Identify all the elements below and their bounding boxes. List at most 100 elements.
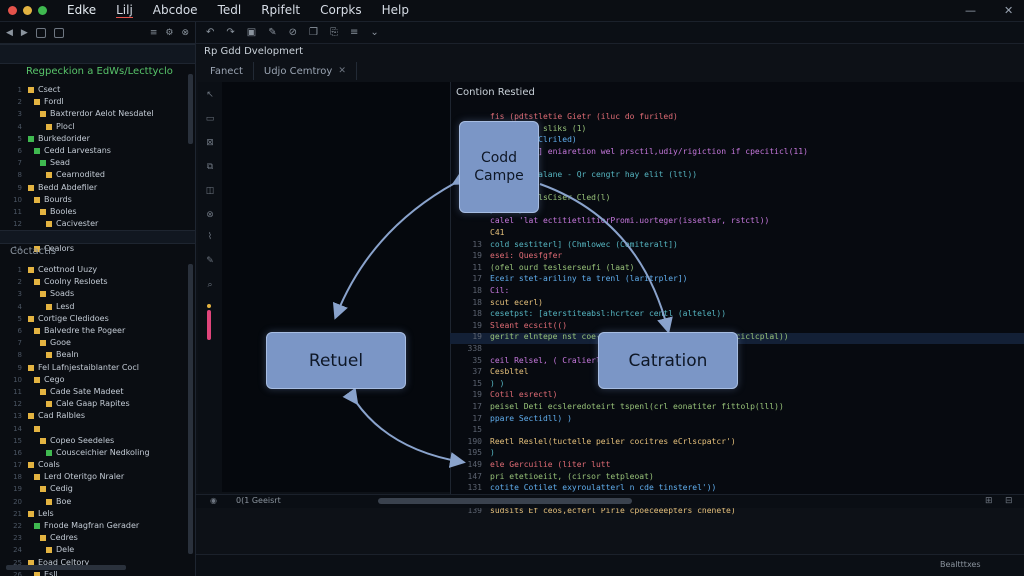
tree-row[interactable]: 21 Lels: [0, 508, 190, 520]
undo-icon[interactable]: ↶: [206, 27, 214, 38]
breadcrumb[interactable]: Rp Gdd Dvelopmert: [204, 46, 303, 57]
tree-row[interactable]: 8 Cearnodited: [0, 169, 190, 181]
pencil-icon[interactable]: ✎: [268, 27, 276, 38]
tree-row-label: Coals: [38, 460, 60, 470]
tree-row[interactable]: 19 Cedig: [0, 483, 190, 495]
tree-row[interactable]: 3 Baxtrerdor Aelot Nesdatel: [0, 108, 190, 120]
outline-tree-scrollbar[interactable]: [188, 264, 193, 554]
menu-item-tools[interactable]: Tedl: [218, 3, 242, 18]
node-code-change[interactable]: Codd Campe: [459, 121, 539, 213]
tree-row[interactable]: 18 Lerd Oteritgo Nraler: [0, 471, 190, 483]
tree-row[interactable]: 11 Cade Sate Madeet: [0, 386, 190, 398]
tree-row[interactable]: 16 Cousceichier Nedkoling: [0, 447, 190, 459]
brush-icon[interactable]: ⌇: [204, 232, 216, 244]
new-file-icon[interactable]: [35, 27, 46, 38]
minimize-icon[interactable]: —: [965, 4, 976, 17]
horizontal-scrollbar[interactable]: [378, 498, 632, 504]
tree-row[interactable]: 17 Coals: [0, 459, 190, 471]
tree-row[interactable]: 9 Fel Lafnjestaiblanter Cocl: [0, 362, 190, 374]
tree-row[interactable]: 9 Bedd Abdefiler: [0, 182, 190, 194]
close-window-dot[interactable]: [8, 6, 17, 15]
close-tab-icon[interactable]: ✕: [338, 66, 346, 76]
collapse-icon[interactable]: ≡: [150, 28, 158, 38]
redo-icon[interactable]: ↷: [226, 27, 234, 38]
text-tool-icon[interactable]: ▭: [204, 114, 216, 126]
layout-icon[interactable]: ⊟: [1005, 496, 1013, 506]
tab-select[interactable]: Fanect: [200, 62, 254, 80]
tree-row[interactable]: 2 Fordl: [0, 96, 190, 108]
shape-icon[interactable]: ◫: [204, 186, 216, 198]
tree-row[interactable]: 11 Booles: [0, 206, 190, 218]
tree-row[interactable]: 8 Bealn: [0, 349, 190, 361]
pointer-icon[interactable]: ↖: [204, 90, 216, 102]
menu-item-project[interactable]: Rpifelt: [261, 3, 300, 18]
menu-item-view[interactable]: Abcdoe: [153, 3, 198, 18]
folder-icon: [28, 413, 34, 420]
menu-item-options[interactable]: Corpks: [320, 3, 361, 18]
tree-row[interactable]: 4 Plocl: [0, 121, 190, 133]
settings-icon[interactable]: ⚙: [165, 28, 173, 38]
paste-icon[interactable]: ⎘: [330, 27, 338, 38]
link-tool-icon[interactable]: ⊗: [204, 210, 216, 222]
tree-row[interactable]: 3 Soads: [0, 288, 190, 300]
tree-row[interactable]: 2 Coolny Resloets: [0, 276, 190, 288]
folder-icon: [28, 315, 34, 322]
tree-row-number: 10: [13, 195, 22, 204]
save-icon[interactable]: ▣: [247, 27, 256, 38]
menu-item-help[interactable]: Help: [382, 3, 409, 18]
editor-title: Contion Restied: [456, 87, 535, 98]
tree-row[interactable]: 5 Burkedorider: [0, 133, 190, 145]
tree-row[interactable]: 15 Copeo Seedeles: [0, 435, 190, 447]
sidebar-horizontal-scrollbar[interactable]: [6, 565, 126, 570]
grid-icon[interactable]: ⊞: [985, 496, 993, 506]
tree-row[interactable]: 10 Bourds: [0, 194, 190, 206]
new-folder-icon[interactable]: [53, 27, 64, 38]
tree-row-label: Lesd: [56, 301, 75, 311]
tree-row[interactable]: 6 Cedd Larvestans: [0, 145, 190, 157]
pin-icon[interactable]: ⊗: [181, 28, 189, 38]
tree-row[interactable]: 4 Lesd: [0, 301, 190, 313]
tree-row[interactable]: 12 Cale Gaap Rapites: [0, 398, 190, 410]
tree-row[interactable]: 1 Ceottnod Uuzy: [0, 264, 190, 276]
copy-icon[interactable]: ❐: [309, 27, 318, 38]
close-icon[interactable]: ✕: [1004, 4, 1013, 17]
layers-icon[interactable]: ⧉: [204, 162, 216, 174]
tree-row[interactable]: 13 Cad Ralbles: [0, 410, 190, 422]
project-tree-scrollbar[interactable]: [188, 74, 193, 144]
menu-item-edit[interactable]: Lilj: [116, 3, 133, 18]
tree-row[interactable]: 20 Boe: [0, 496, 190, 508]
crop-icon[interactable]: ⊠: [204, 138, 216, 150]
main-toolbar: ↶ ↷ ▣ ✎ ⊘ ❐ ⎘ ≡ ⌄: [196, 22, 1024, 44]
sidebar-toolbar: ◀ ▶ ≡ ⚙ ⊗: [0, 22, 195, 44]
tree-row[interactable]: 14: [0, 422, 190, 434]
minimize-window-dot[interactable]: [23, 6, 32, 15]
tree-row-label: Fnode Magfran Gerader: [44, 521, 140, 531]
project-tree: 1 Csect 2 Fordl 3 Baxtrerdor Aelot Nesdatel 4 P…: [0, 82, 190, 255]
eyedropper-icon[interactable]: ⌕: [204, 280, 216, 292]
node-catration[interactable]: Catration: [598, 332, 738, 389]
tree-row[interactable]: 22 Fnode Magfran Gerader: [0, 520, 190, 532]
tree-row[interactable]: 7 Sead: [0, 157, 190, 169]
tab-design[interactable]: Udjo Cemtroy ✕: [254, 62, 357, 80]
tree-row[interactable]: 1 Csect: [0, 84, 190, 96]
tree-row[interactable]: 23 Cedres: [0, 532, 190, 544]
dropdown-icon[interactable]: ⌄: [370, 27, 378, 38]
color-indicator-pink: [207, 310, 211, 340]
link-icon[interactable]: ⊘: [289, 27, 297, 38]
tree-row[interactable]: 12 Cacivester: [0, 218, 190, 230]
node-retuel[interactable]: Retuel: [266, 332, 406, 389]
tree-row[interactable]: 6 Balvedre the Pogeer: [0, 325, 190, 337]
tree-row[interactable]: 24 Dele: [0, 544, 190, 556]
maximize-window-dot[interactable]: [38, 6, 47, 15]
panel-split-bar[interactable]: [0, 230, 195, 244]
tree-row[interactable]: 10 Cego: [0, 374, 190, 386]
tree-row-number: 20: [13, 497, 22, 506]
menu-item-file[interactable]: Edke: [67, 3, 96, 18]
pen-icon[interactable]: ✎: [204, 256, 216, 268]
align-icon[interactable]: ≡: [350, 27, 358, 38]
tree-row[interactable]: 5 Cortige Cledidoes: [0, 313, 190, 325]
back-icon[interactable]: ◀: [6, 28, 13, 38]
forward-icon[interactable]: ▶: [21, 28, 28, 38]
diagram-canvas[interactable]: [222, 82, 450, 492]
tree-row[interactable]: 7 Gooe: [0, 337, 190, 349]
